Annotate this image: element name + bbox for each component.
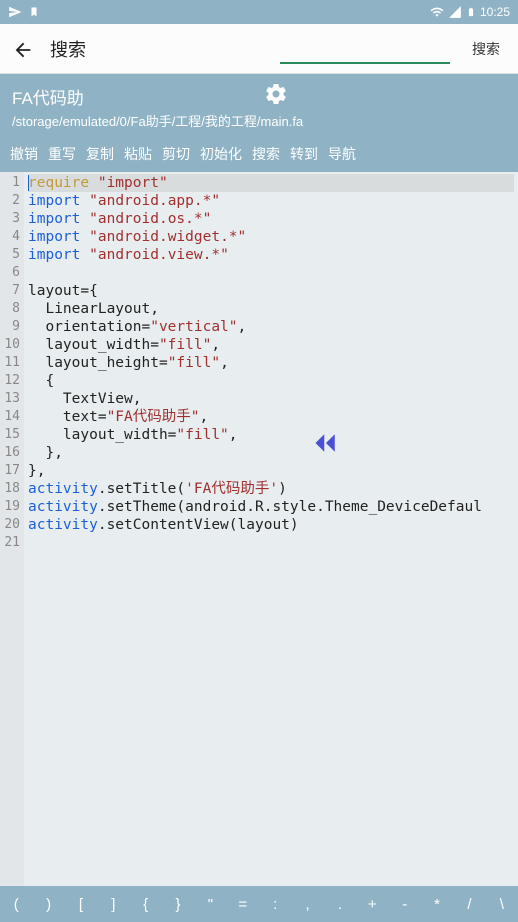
symbol-key-12[interactable]: - — [389, 896, 421, 913]
toolbar-3[interactable]: 粘贴 — [124, 144, 152, 164]
editor-toolbar: 撤销重写复制粘贴剪切初始化搜索转到导航 — [0, 138, 518, 172]
code-line[interactable]: }, — [28, 444, 514, 462]
app-title: FA代码助 — [12, 84, 506, 109]
toolbar-5[interactable]: 初始化 — [200, 144, 242, 164]
code-area[interactable]: require "import"import "android.app.*"im… — [24, 172, 518, 902]
symbol-key-5[interactable]: } — [162, 896, 194, 913]
symbol-key-11[interactable]: + — [356, 896, 388, 913]
symbol-key-0[interactable]: ( — [0, 896, 32, 913]
battery-icon — [466, 5, 476, 19]
app-header: FA代码助 /storage/emulated/0/Fa助手/工程/我的工程/m… — [0, 74, 518, 138]
code-line[interactable] — [28, 534, 514, 552]
code-line[interactable]: import "android.widget.*" — [28, 228, 514, 246]
code-line[interactable]: activity.setTitle('FA代码助手') — [28, 480, 514, 498]
toolbar-7[interactable]: 转到 — [290, 144, 318, 164]
code-line[interactable]: layout_width="fill", — [28, 426, 514, 444]
symbol-key-9[interactable]: , — [291, 896, 323, 913]
code-line[interactable]: import "android.view.*" — [28, 246, 514, 264]
code-line[interactable]: text="FA代码助手", — [28, 408, 514, 426]
toolbar-0[interactable]: 撤销 — [10, 144, 38, 164]
search-bar: 搜索 搜索 — [0, 24, 518, 74]
signal-icon — [448, 5, 462, 19]
toolbar-2[interactable]: 复制 — [86, 144, 114, 164]
back-button[interactable] — [12, 36, 34, 62]
code-line[interactable]: import "android.os.*" — [28, 210, 514, 228]
code-line[interactable]: }, — [28, 462, 514, 480]
code-line[interactable] — [28, 264, 514, 282]
send-icon — [8, 5, 22, 19]
wifi-icon — [430, 5, 444, 19]
symbol-key-2[interactable]: [ — [65, 896, 97, 913]
code-line[interactable]: layout={ — [28, 282, 514, 300]
toolbar-6[interactable]: 搜索 — [252, 144, 280, 164]
symbol-key-4[interactable]: { — [130, 896, 162, 913]
symbol-key-8[interactable]: : — [259, 896, 291, 913]
search-input[interactable] — [280, 34, 450, 64]
code-line[interactable]: layout_height="fill", — [28, 354, 514, 372]
status-bar: 10:25 — [0, 0, 518, 24]
symbol-key-6[interactable]: " — [194, 896, 226, 913]
search-button[interactable]: 搜索 — [466, 35, 506, 63]
toolbar-8[interactable]: 导航 — [328, 144, 356, 164]
status-time: 10:25 — [480, 5, 510, 19]
settings-button[interactable] — [264, 82, 288, 106]
symbol-key-14[interactable]: / — [453, 896, 485, 913]
code-line[interactable]: LinearLayout, — [28, 300, 514, 318]
code-line[interactable]: import "android.app.*" — [28, 192, 514, 210]
search-label: 搜索 — [50, 36, 86, 62]
symbol-key-1[interactable]: ) — [32, 896, 64, 913]
toolbar-4[interactable]: 剪切 — [162, 144, 190, 164]
line-gutter: 123456789101112131415161718192021 — [0, 172, 24, 902]
code-line[interactable]: activity.setContentView(layout) — [28, 516, 514, 534]
bookmark-icon — [28, 6, 40, 18]
symbol-toolbar: ()[]{}"=:,.+-*/\ — [0, 886, 518, 922]
symbol-key-13[interactable]: * — [421, 896, 453, 913]
symbol-key-10[interactable]: . — [324, 896, 356, 913]
code-line[interactable]: { — [28, 372, 514, 390]
code-line[interactable]: layout_width="fill", — [28, 336, 514, 354]
code-line[interactable]: activity.setTheme(android.R.style.Theme_… — [28, 498, 514, 516]
file-path: /storage/emulated/0/Fa助手/工程/我的工程/main.fa — [12, 111, 506, 130]
symbol-key-3[interactable]: ] — [97, 896, 129, 913]
symbol-key-7[interactable]: = — [227, 896, 259, 913]
code-editor[interactable]: 123456789101112131415161718192021 requir… — [0, 172, 518, 902]
toolbar-1[interactable]: 重写 — [48, 144, 76, 164]
code-line[interactable]: require "import" — [28, 174, 514, 192]
code-line[interactable]: orientation="vertical", — [28, 318, 514, 336]
code-line[interactable]: TextView, — [28, 390, 514, 408]
symbol-key-15[interactable]: \ — [486, 896, 518, 913]
